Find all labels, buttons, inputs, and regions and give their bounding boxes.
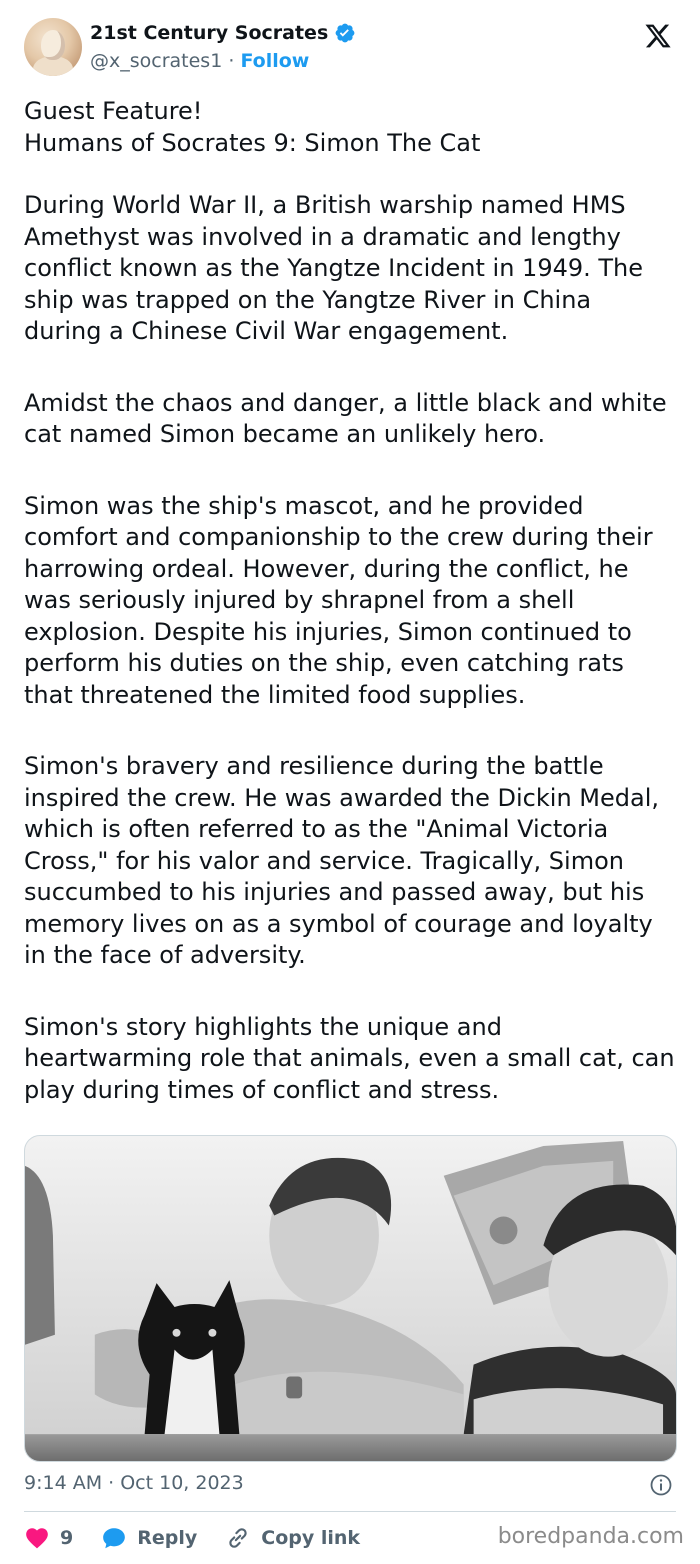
follow-button[interactable]: Follow <box>240 50 309 72</box>
reply-label: Reply <box>137 1527 198 1549</box>
author-handle[interactable]: @x_socrates1 <box>90 50 222 72</box>
divider <box>24 1511 676 1512</box>
post-paragraph: Simon's story highlights the unique and … <box>24 1012 675 1104</box>
info-icon[interactable] <box>649 1473 673 1497</box>
reply-button[interactable]: Reply <box>101 1525 197 1551</box>
author-handle-row: @x_socrates1 · Follow <box>90 50 309 72</box>
author-avatar[interactable] <box>24 18 82 76</box>
author-name[interactable]: 21st Century Socrates <box>90 22 328 44</box>
copy-link-label: Copy link <box>261 1527 361 1549</box>
copy-link-button[interactable]: Copy link <box>225 1525 360 1551</box>
post-paragraph: Simon was the ship's mascot, and he prov… <box>24 491 653 709</box>
post-paragraph: During World War II, a British warship n… <box>24 191 644 345</box>
post-paragraph: Amidst the chaos and danger, a little bl… <box>24 388 667 449</box>
post-photo[interactable] <box>24 1135 677 1462</box>
like-button[interactable]: 9 <box>24 1525 73 1551</box>
reply-bubble-icon <box>103 1528 126 1549</box>
sailors-with-cat-photo <box>25 1136 676 1461</box>
author-name-row: 21st Century Socrates <box>90 22 356 44</box>
watermark: boredpanda.com <box>497 1524 684 1549</box>
post-title: Guest Feature! Humans of Socrates 9: Sim… <box>24 97 481 157</box>
post-text: Guest Feature! Humans of Socrates 9: Sim… <box>24 96 676 1106</box>
x-logo-icon[interactable] <box>644 22 672 50</box>
post-timestamp[interactable]: 9:14 AM · Oct 10, 2023 <box>24 1472 244 1494</box>
post-header: 21st Century Socrates @x_socrates1 · Fol… <box>24 18 676 82</box>
handle-separator: · <box>228 50 235 72</box>
post-paragraph: Simon's bravery and resilience during th… <box>24 752 659 969</box>
like-count: 9 <box>60 1527 74 1549</box>
post-actions: 9 Reply Copy link <box>24 1522 388 1554</box>
link-icon <box>229 1528 247 1548</box>
heart-icon <box>26 1528 48 1549</box>
verified-badge-icon <box>335 23 355 43</box>
